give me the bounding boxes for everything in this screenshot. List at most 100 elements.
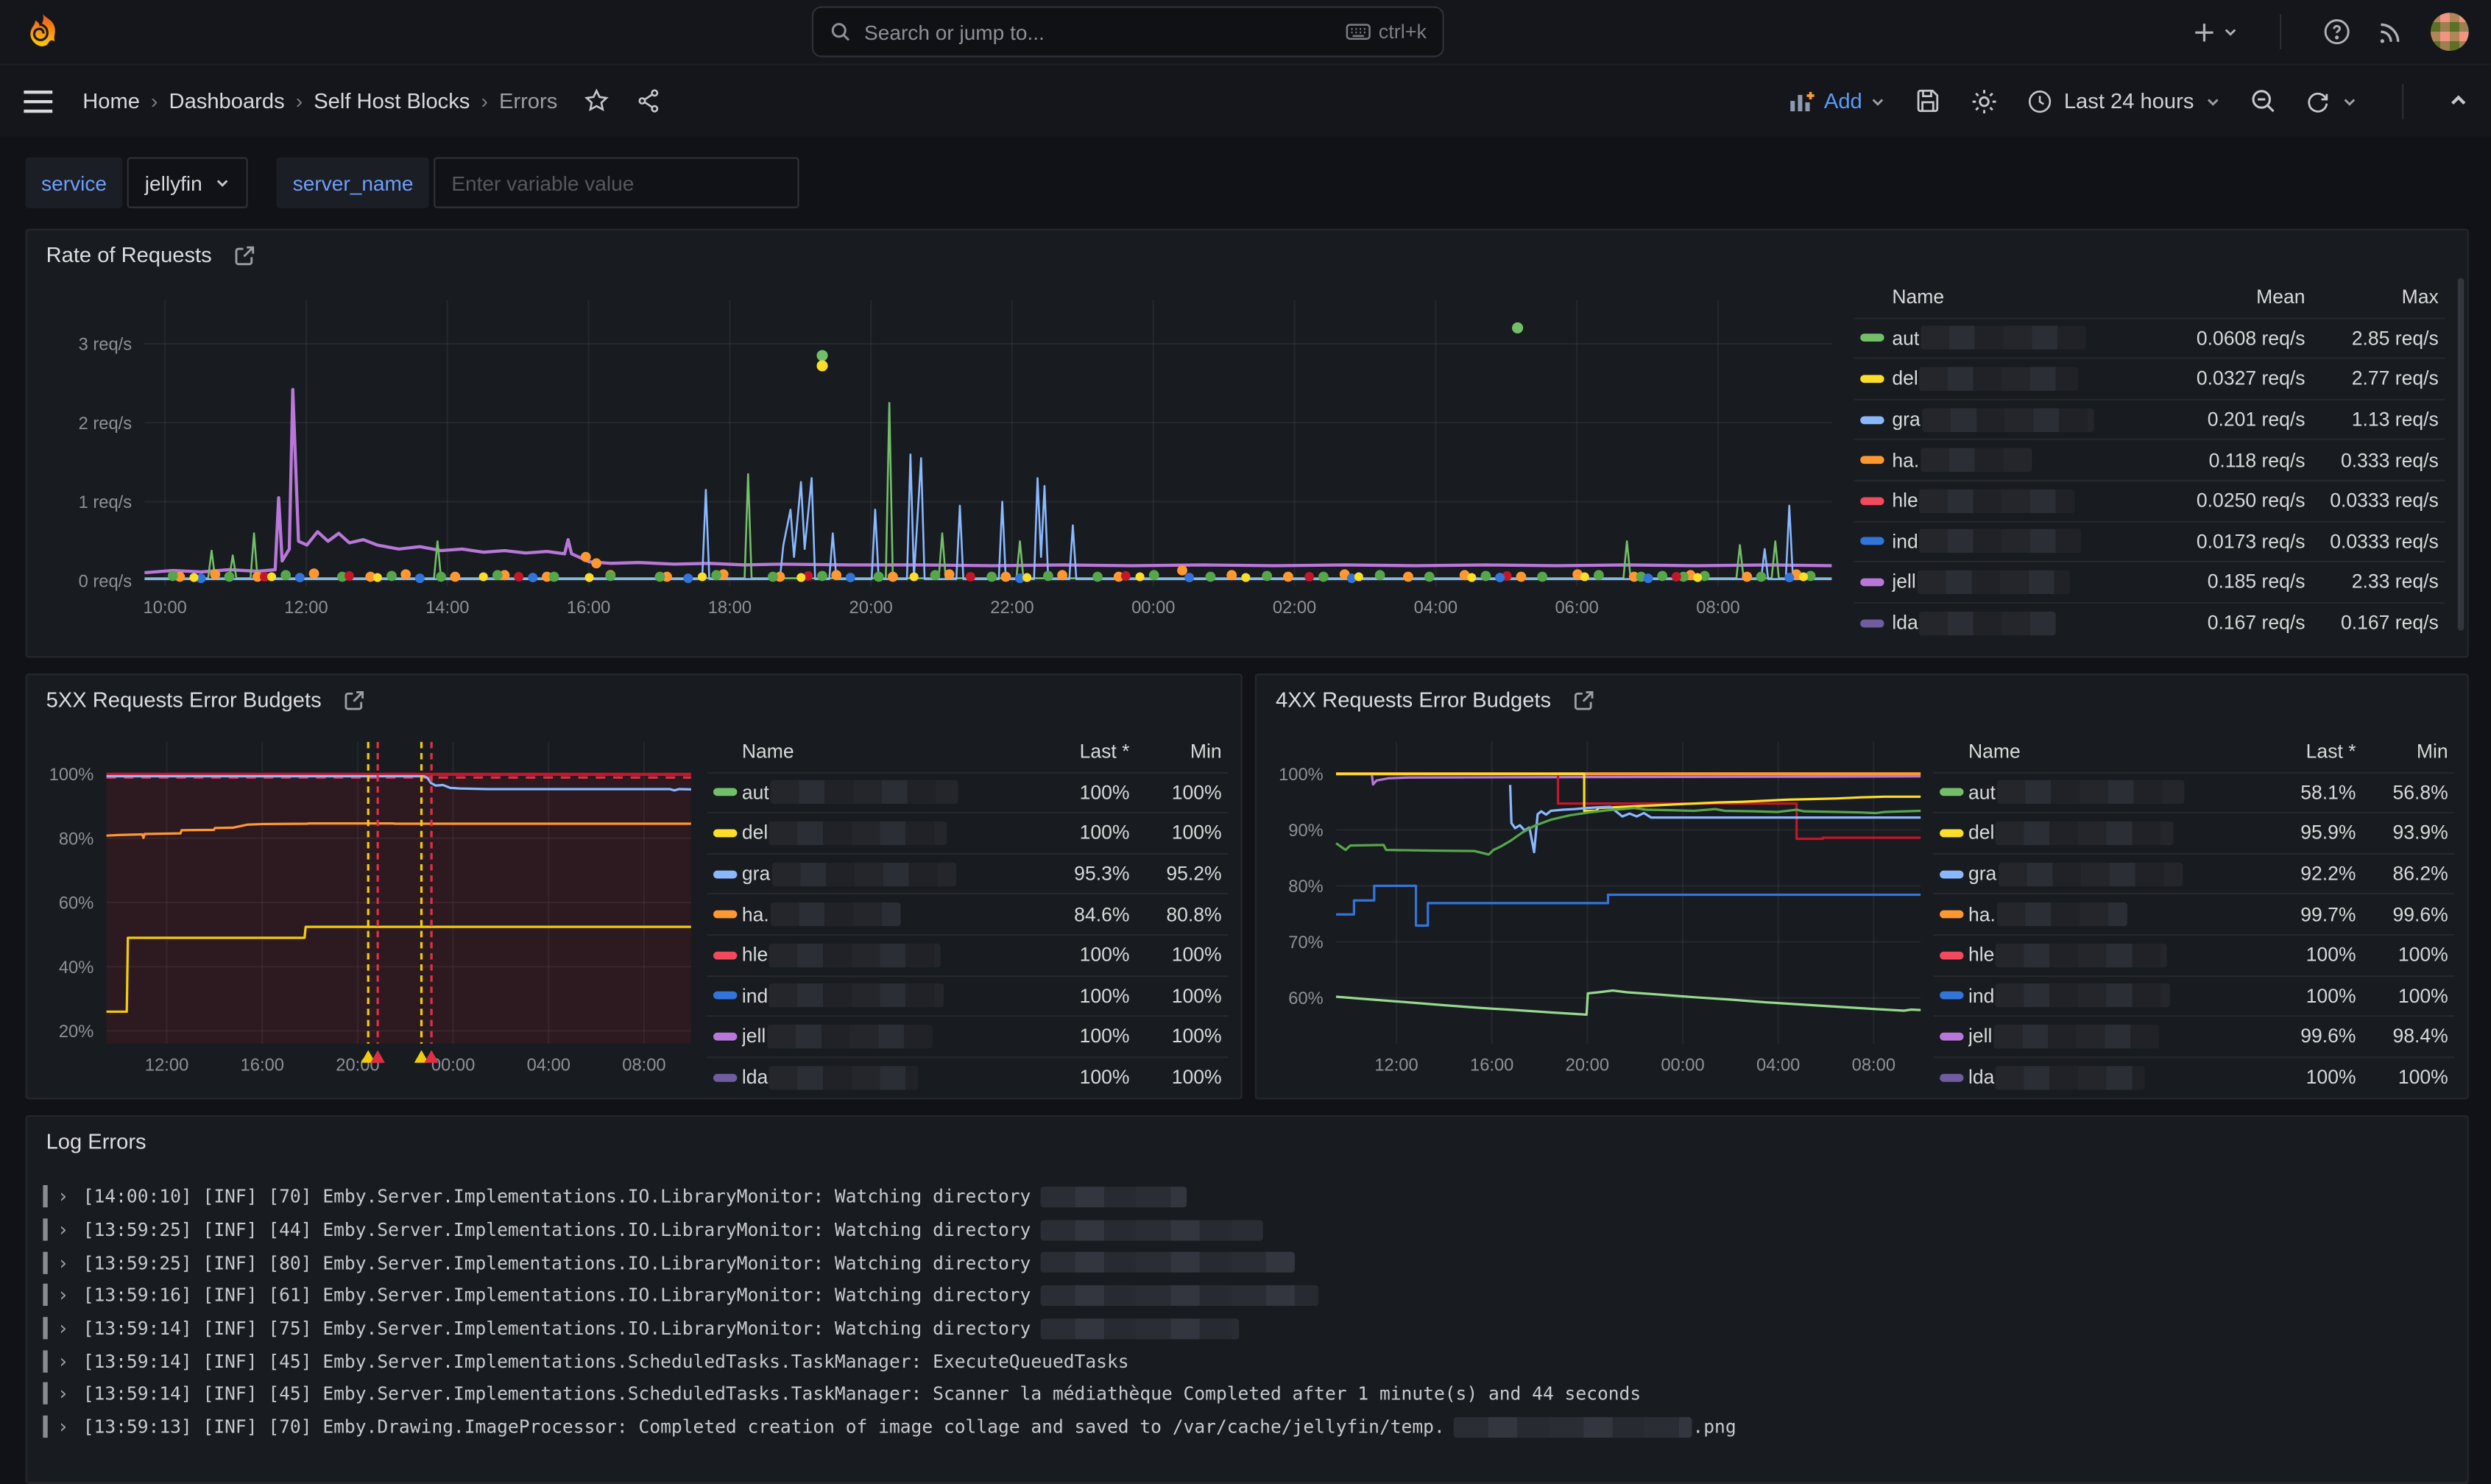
breadcrumb-folder[interactable]: Self Host Blocks [314,89,470,113]
favorite-star-button[interactable] [583,88,610,115]
expand-log-chevron-icon[interactable]: › [57,1285,69,1307]
log-row[interactable]: › [13:59:13] [INF] [70] Emby.Drawing.Ima… [43,1410,2451,1444]
legend-row[interactable]: lda 100% 100% [1933,1056,2454,1097]
save-dashboard-button[interactable] [1915,88,1942,115]
breadcrumb-home[interactable]: Home [82,89,140,113]
legend-row[interactable]: ha. 0.118 req/s 0.333 req/s [1854,439,2445,479]
legend-value-1: 100% [2261,985,2362,1007]
log-row[interactable]: › [13:59:25] [INF] [80] Emby.Server.Impl… [43,1246,2451,1279]
legend-row[interactable]: ind 100% 100% [707,975,1228,1015]
external-link-icon[interactable] [234,244,256,266]
external-link-icon[interactable] [344,689,366,711]
legend-col-1[interactable]: Last * [1034,741,1136,763]
help-button[interactable] [2322,18,2351,46]
redacted-series-name [1996,822,2174,845]
user-avatar[interactable] [2431,13,2469,51]
add-panel-button[interactable]: Add [1789,89,1886,113]
legend-row[interactable]: lda 100% 100% [707,1056,1228,1097]
legend-row[interactable]: aut 58.1% 56.8% [1933,771,2454,812]
time-range-picker[interactable]: Last 24 hours [2027,88,2221,114]
redacted-series-name [1996,984,2171,1008]
legend-row[interactable]: gra 0.201 req/s 1.13 req/s [1854,398,2445,439]
panel-title[interactable]: 4XX Requests Error Budgets [1276,688,1596,711]
legend-row[interactable]: jell 0.185 req/s 2.33 req/s [1854,561,2445,601]
legend-col-2[interactable]: Min [1136,741,1228,763]
svg-text:20:00: 20:00 [849,598,893,618]
dashboard-settings-button[interactable] [1971,87,1999,116]
panel-title[interactable]: Log Errors [46,1129,146,1153]
legend-row[interactable]: del 95.9% 93.9% [1933,812,2454,852]
expand-log-chevron-icon[interactable]: › [57,1186,69,1208]
redacted-series-name [1922,408,2094,431]
legend-value-2: 2.33 req/s [2311,571,2445,593]
legend-col-2[interactable]: Min [2362,741,2454,763]
legend-value-2: 100% [1136,822,1228,844]
legend-col-2[interactable]: Max [2311,286,2445,308]
panel-title[interactable]: 5XX Requests Error Budgets [46,688,367,711]
new-menu-button[interactable] [2192,20,2239,43]
legend-value-2: 98.4% [2362,1025,2454,1047]
legend-row[interactable]: lda 0.167 req/s 0.167 req/s [1854,601,2445,642]
grafana-logo[interactable] [22,11,63,52]
svg-text:12:00: 12:00 [1374,1056,1418,1075]
menu-toggle-icon[interactable] [22,88,54,114]
legend-row[interactable]: jell 100% 100% [707,1015,1228,1056]
legend-row[interactable]: del 0.0327 req/s 2.77 req/s [1854,358,2445,398]
collapse-toolbar-button[interactable] [2448,91,2469,111]
breadcrumb-dashboards[interactable]: Dashboards [169,89,285,113]
zoom-out-button[interactable] [2250,88,2277,115]
expand-log-chevron-icon[interactable]: › [57,1416,69,1438]
legend-row[interactable]: ind 100% 100% [1933,975,2454,1015]
log-row[interactable]: › [13:59:25] [INF] [44] Emby.Server.Impl… [43,1213,2451,1246]
legend-col-1[interactable]: Mean [2159,286,2311,308]
expand-log-chevron-icon[interactable]: › [57,1350,69,1372]
legend-col-name[interactable]: Name [1892,286,2159,308]
legend-scrollbar[interactable] [2458,278,2464,631]
log-row[interactable]: › [13:59:16] [INF] [61] Emby.Server.Impl… [43,1279,2451,1312]
legend-row[interactable]: ha. 99.7% 99.6% [1933,894,2454,934]
err4xx-chart[interactable]: 60%70%80%90%100%12:0016:0020:0000:0004:0… [1266,732,1927,1085]
series-name-prefix: lda [1892,612,1918,634]
legend-row[interactable]: hle 100% 100% [1933,934,2454,975]
legend-row[interactable]: hle 100% 100% [707,934,1228,975]
external-link-icon[interactable] [1573,689,1595,711]
panel-title[interactable]: Rate of Requests [46,243,257,266]
log-row[interactable]: › [13:59:14] [INF] [45] Emby.Server.Impl… [43,1345,2451,1378]
svg-text:18:00: 18:00 [708,598,752,618]
legend-row[interactable]: del 100% 100% [707,812,1228,852]
legend-row[interactable]: ha. 84.6% 80.8% [707,894,1228,934]
search-input[interactable]: Search or jump to... ctrl+k [812,7,1444,57]
news-rss-button[interactable] [2377,18,2406,46]
refresh-button[interactable] [2305,88,2357,114]
legend-row[interactable]: aut 0.0608 req/s 2.85 req/s [1854,317,2445,358]
rate-of-requests-chart[interactable]: 0 req/s1 req/s2 req/s3 req/s10:0012:0014… [37,288,1848,628]
legend-row[interactable]: aut 100% 100% [707,771,1228,812]
legend-row[interactable]: gra 92.2% 86.2% [1933,852,2454,893]
legend-col-name[interactable]: Name [742,741,1034,763]
err5xx-chart[interactable]: 20%40%60%80%100%12:0016:0020:0000:0004:0… [37,732,698,1085]
legend-row[interactable]: ind 0.0173 req/s 0.0333 req/s [1854,520,2445,561]
svg-text:10:00: 10:00 [144,598,187,618]
variable-input-server-name[interactable]: Enter variable value [434,158,799,208]
variable-select-service[interactable]: jellyfin [127,158,248,208]
redacted-series-name [1921,326,2085,350]
legend-col-name[interactable]: Name [1968,741,2261,763]
expand-log-chevron-icon[interactable]: › [57,1218,69,1240]
share-button[interactable] [635,88,662,115]
redacted-log-text [1040,1219,1262,1240]
legend-row[interactable]: gra 95.3% 95.2% [707,852,1228,893]
log-row[interactable]: › [14:00:10] [INF] [70] Emby.Server.Impl… [43,1181,2451,1214]
expand-log-chevron-icon[interactable]: › [57,1383,69,1405]
svg-text:04:00: 04:00 [527,1056,570,1075]
series-color-swatch [1940,911,1963,919]
series-color-swatch [1940,870,1963,878]
log-row[interactable]: › [13:59:14] [INF] [75] Emby.Server.Impl… [43,1312,2451,1345]
expand-log-chevron-icon[interactable]: › [57,1317,69,1339]
expand-log-chevron-icon[interactable]: › [57,1251,69,1273]
legend-row[interactable]: jell 99.6% 98.4% [1933,1015,2454,1056]
legend-row[interactable]: hle 0.0250 req/s 0.0333 req/s [1854,480,2445,520]
legend-col-1[interactable]: Last * [2261,741,2362,763]
series-name-prefix: lda [742,1066,768,1088]
legend-value-2: 95.2% [1136,863,1228,885]
log-row[interactable]: › [13:59:14] [INF] [45] Emby.Server.Impl… [43,1377,2451,1410]
